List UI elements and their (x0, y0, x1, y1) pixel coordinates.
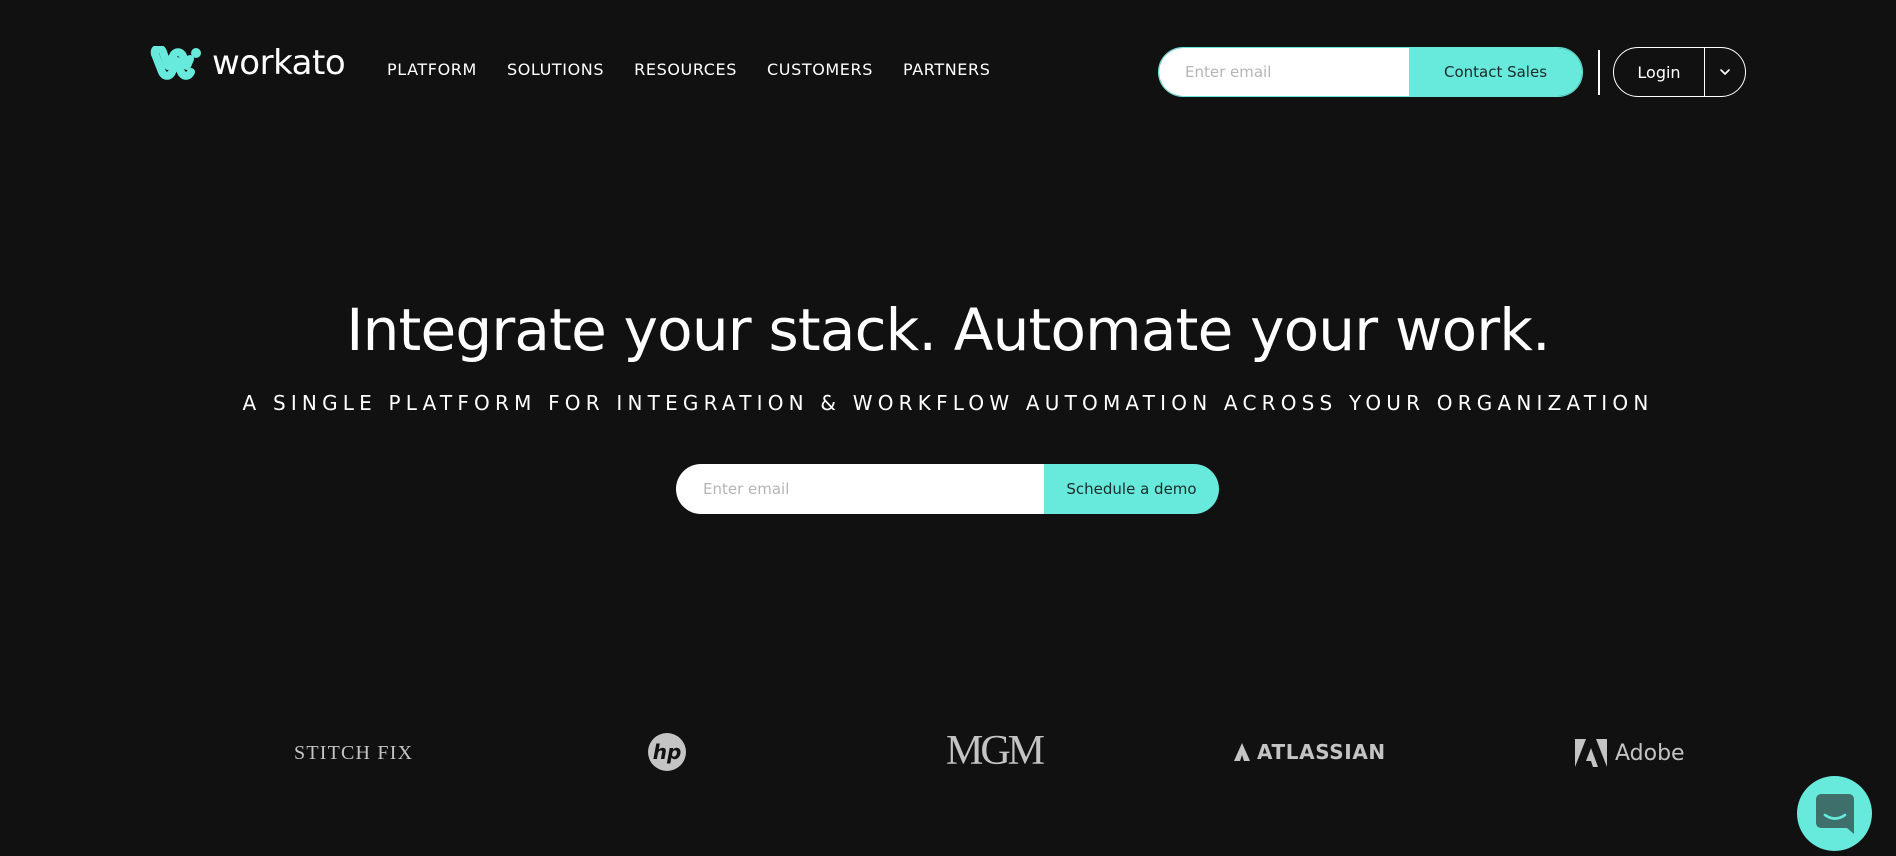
page: workato PLATFORM SOLUTIONS RESOURCES CUS… (0, 0, 1896, 856)
hero-demo-form: Schedule a demo (676, 464, 1219, 514)
mgm-wordmark: MGM (946, 728, 1045, 774)
nav-item-resources[interactable]: RESOURCES (634, 58, 737, 82)
stitch-fix-wordmark: STITCH FIX (294, 742, 414, 764)
hero-title: Integrate your stack. Automate your work… (346, 296, 1550, 364)
atlassian-mark-icon (1234, 743, 1250, 761)
customer-logos: STITCH FIX hp MGM ATLASSIAN Adobe (0, 725, 1896, 785)
nav-item-platform[interactable]: PLATFORM (387, 58, 477, 82)
schedule-demo-button[interactable]: Schedule a demo (1044, 464, 1219, 514)
adobe-wordmark: Adobe (1615, 740, 1685, 766)
contact-sales-button[interactable]: Contact Sales (1409, 48, 1582, 96)
site-header: workato PLATFORM SOLUTIONS RESOURCES CUS… (0, 0, 1896, 145)
login-button-group: Login (1613, 47, 1746, 97)
hero-subtitle: A SINGLE PLATFORM FOR INTEGRATION & WORK… (242, 391, 1654, 415)
logo-hp: hp (648, 733, 686, 771)
header-email-input[interactable] (1159, 48, 1409, 96)
hero-email-input[interactable] (676, 464, 1044, 514)
workato-logo-link[interactable]: workato (150, 43, 346, 83)
logo-stitch-fix: STITCH FIX (294, 742, 413, 765)
nav-item-solutions[interactable]: SOLUTIONS (507, 58, 604, 82)
chevron-down-icon (1720, 69, 1730, 75)
main-nav: PLATFORM SOLUTIONS RESOURCES CUSTOMERS P… (387, 58, 1020, 82)
header-contact-form: Contact Sales (1158, 47, 1583, 97)
workato-w-icon (150, 46, 201, 80)
atlassian-wordmark: ATLASSIAN (1257, 740, 1386, 764)
hp-logo-icon: hp (648, 733, 686, 771)
adobe-mark-icon (1575, 739, 1607, 767)
login-dropdown-toggle[interactable] (1705, 48, 1745, 96)
workato-wordmark: workato (212, 43, 346, 83)
nav-item-customers[interactable]: CUSTOMERS (767, 58, 873, 82)
header-divider (1598, 50, 1600, 95)
svg-text:hp: hp (653, 740, 682, 764)
chat-launcher-button[interactable] (1797, 776, 1872, 851)
logo-mgm: MGM (946, 728, 1045, 774)
chat-bubble-icon (1815, 793, 1854, 834)
nav-item-partners[interactable]: PARTNERS (903, 58, 990, 82)
logo-adobe: Adobe (1575, 739, 1685, 767)
logo-atlassian: ATLASSIAN (1233, 740, 1386, 764)
login-button[interactable]: Login (1614, 48, 1705, 96)
